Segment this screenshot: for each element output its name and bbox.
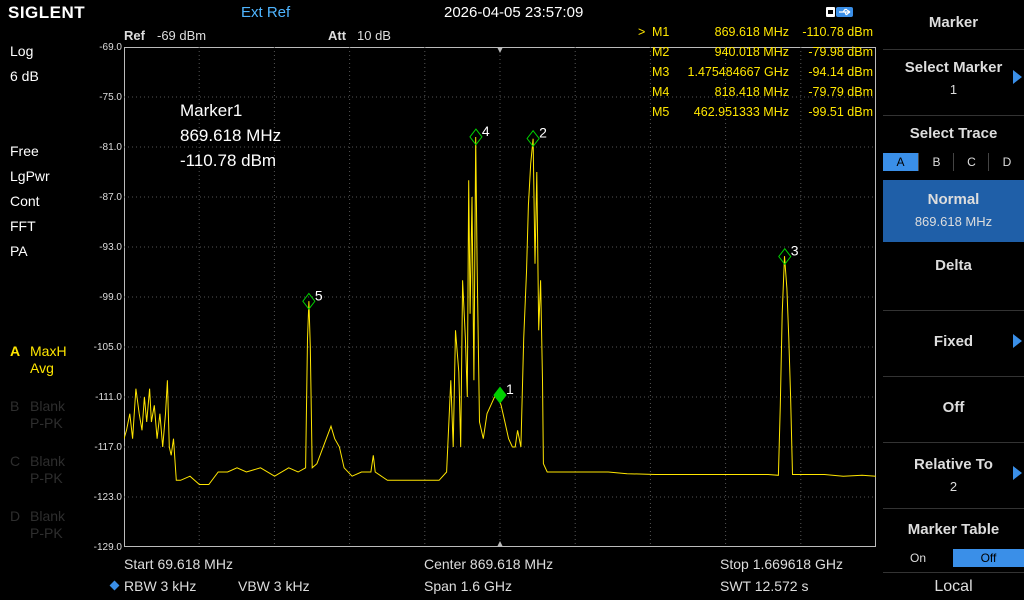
marker-table: > M1 869.618 MHz -110.78 dBm M2 940.018 MHz -7…: [636, 25, 876, 125]
brand-logo: SIGLENT: [8, 3, 86, 22]
y-tick-label: -123.0: [93, 492, 122, 503]
trace-c-letter: C: [10, 453, 21, 469]
stop-freq[interactable]: Stop 1.669618 GHz: [720, 556, 843, 572]
marker-table-button[interactable]: Marker Table: [883, 510, 1024, 546]
detector-mode: LgPwr: [10, 168, 50, 184]
trace-a-letter: A: [10, 343, 21, 359]
off-button[interactable]: Off: [883, 378, 1024, 440]
y-tick-label: -75.0: [99, 92, 122, 103]
trace-b-mode: Blank: [30, 398, 66, 414]
trace-c-mode: Blank: [30, 453, 66, 469]
marker-readout-freq: 869.618 MHz: [180, 126, 282, 145]
marker-table-level: -110.78 dBm: [802, 25, 873, 39]
marker-table-level: -79.79 dBm: [808, 85, 873, 99]
normal-button[interactable]: Normal 869.618 MHz: [883, 180, 1024, 242]
local-button[interactable]: Local: [883, 574, 1024, 600]
marker-5-label: 5: [315, 287, 323, 303]
marker-table-level: -99.51 dBm: [808, 105, 873, 119]
trace-option-a[interactable]: A: [883, 153, 918, 171]
marker-table-name: M2: [652, 45, 670, 59]
marker-table-freq: 462.951333 MHz: [693, 105, 789, 119]
y-tick-label: -117.0: [94, 442, 122, 453]
start-freq[interactable]: Start 69.618 MHz: [124, 556, 233, 572]
ref-label: Ref: [124, 28, 145, 43]
trace-d-detector: P-PK: [30, 525, 63, 541]
sweep-mode: Free: [10, 143, 39, 159]
marker-table-freq: 1.475484667 GHz: [687, 65, 789, 79]
softkey-panel: Marker Select Marker 1 Select Trace A B …: [881, 0, 1024, 600]
y-tick-label: -81.0: [99, 142, 122, 153]
delta-button[interactable]: Delta: [883, 246, 1024, 308]
marker-table-freq: 869.618 MHz: [714, 25, 789, 39]
relative-to-button[interactable]: Relative To 2: [883, 444, 1024, 506]
datetime: 2026-04-05 23:57:09: [444, 4, 584, 21]
y-tick-label: -111.0: [95, 392, 122, 403]
marker-1-label: 1: [506, 381, 514, 397]
trace-b-detector: P-PK: [30, 415, 63, 431]
trace-option-d[interactable]: D: [988, 153, 1024, 171]
marker-3-label: 3: [791, 243, 799, 259]
trace-d-letter: D: [10, 508, 21, 524]
submenu-arrow-icon: [1013, 334, 1022, 348]
rbw-coupled-icon: [109, 580, 120, 591]
preamp-mode: PA: [10, 243, 28, 259]
marker-table-selector: >: [638, 25, 646, 39]
trace-option-b[interactable]: B: [918, 153, 954, 171]
trace-a-detector: Avg: [30, 360, 54, 376]
marker-readout-title: Marker1: [180, 101, 243, 120]
usb-icon: [826, 7, 853, 17]
marker-table-name: M5: [652, 105, 670, 119]
sweep-cont: Cont: [10, 193, 40, 209]
marker-table-off[interactable]: Off: [953, 549, 1024, 567]
scale-div: 6 dB: [10, 68, 39, 84]
submenu-arrow-icon: [1013, 70, 1022, 84]
swt-value[interactable]: SWT 12.572 s: [720, 578, 808, 594]
span-value[interactable]: Span 1.6 GHz: [424, 578, 512, 594]
trace-option-c[interactable]: C: [953, 153, 989, 171]
marker-table-level: -94.14 dBm: [808, 65, 873, 79]
marker-table-freq: 818.418 MHz: [714, 85, 789, 99]
marker-table-name: M1: [652, 25, 670, 39]
trace-c-detector: P-PK: [30, 470, 63, 486]
marker-table-on[interactable]: On: [883, 549, 953, 567]
trace-b-letter: B: [10, 398, 20, 414]
trace-a-mode: MaxH: [30, 343, 67, 359]
marker-table-freq: 940.018 MHz: [714, 45, 789, 59]
status-bar: [0, 0, 880, 24]
fixed-button[interactable]: Fixed: [883, 312, 1024, 374]
marker-table-name: M3: [652, 65, 670, 79]
scale-type: Log: [10, 43, 34, 59]
marker-2-label: 2: [539, 125, 547, 141]
att-label: Att: [328, 28, 347, 43]
marker-table-name: M4: [652, 85, 670, 99]
center-freq[interactable]: Center 869.618 MHz: [424, 556, 553, 572]
vbw-value[interactable]: VBW 3 kHz: [238, 578, 310, 594]
select-marker-button[interactable]: Select Marker 1: [883, 51, 1024, 113]
att-value[interactable]: 10 dB: [357, 28, 391, 43]
submenu-arrow-icon: [1013, 466, 1022, 480]
fft-mode: FFT: [10, 218, 36, 234]
y-tick-label: -93.0: [99, 242, 122, 253]
panel-title: Marker: [883, 0, 1024, 48]
y-tick-label: -69.0: [99, 42, 122, 53]
marker-4-label: 4: [482, 123, 490, 139]
trace-d-mode: Blank: [30, 508, 66, 524]
marker-readout-level: -110.78 dBm: [180, 151, 277, 170]
marker-table-level: -79.98 dBm: [808, 45, 873, 59]
y-tick-label: -87.0: [99, 192, 122, 203]
ref-value[interactable]: -69 dBm: [157, 28, 206, 43]
y-tick-label: -99.0: [99, 292, 122, 303]
ext-ref-indicator: Ext Ref: [241, 4, 291, 21]
y-tick-label: -129.0: [93, 542, 122, 553]
y-tick-label: -105.0: [93, 342, 122, 353]
rbw-value[interactable]: RBW 3 kHz: [124, 578, 196, 594]
